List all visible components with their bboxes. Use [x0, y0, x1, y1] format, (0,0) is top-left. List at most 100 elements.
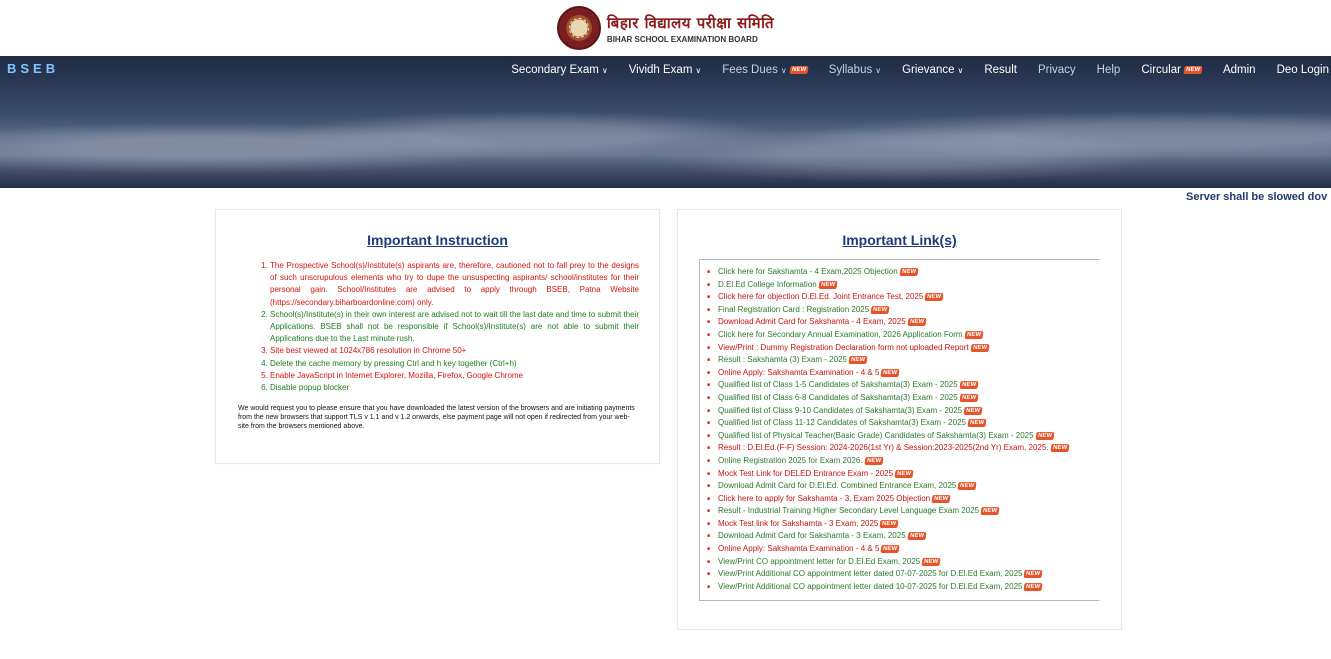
link-text[interactable]: Click here to apply for Sakshamta - 3, E…	[718, 494, 930, 503]
instructions-panel: Important Instruction The Prospective Sc…	[215, 209, 660, 464]
important-link-item[interactable]: Mock Test link for Sakshamta - 3 Exam, 2…	[707, 518, 1092, 531]
main-nav: Secondary Exam ∨ Vividh Exam ∨ Fees Dues ∨ NEW…	[501, 64, 1331, 76]
important-link-item[interactable]: Qualified list of Physical Teacher(Basic…	[707, 430, 1092, 443]
important-link-item[interactable]: Online Apply: Sakshamta Examination - 4 …	[707, 543, 1092, 556]
important-link-item[interactable]: Click here for Sakshamta - 4 Exam,2025 O…	[707, 266, 1092, 279]
nav-item-secondary-exam[interactable]: Secondary Exam ∨	[501, 64, 618, 76]
link-text[interactable]: Qualified list of Physical Teacher(Basic…	[718, 431, 1034, 440]
nav-item-privacy[interactable]: Privacy	[1027, 64, 1086, 76]
nav-item-help[interactable]: Help	[1086, 64, 1131, 76]
important-link-item[interactable]: Result : Sakshamta (3) Exam - 2025NEW	[707, 354, 1092, 367]
important-link-item[interactable]: Final Registration Card : Registration 2…	[707, 304, 1092, 317]
site-header: बिहार विद्यालय परीक्षा समिति BIHAR SCHOO…	[0, 0, 1331, 56]
nav-item-fees-dues[interactable]: Fees Dues ∨ NEW	[712, 64, 818, 76]
link-text[interactable]: Download Admit Card for D.El.Ed. Combine…	[718, 481, 956, 490]
nav-item-label: Syllabus	[828, 64, 873, 76]
new-badge: NEW	[921, 557, 941, 566]
new-badge: NEW	[959, 393, 979, 402]
new-badge: NEW	[980, 507, 1000, 516]
nav-item-deo-login[interactable]: Deo Login	[1266, 64, 1331, 76]
new-badge: NEW	[1023, 582, 1044, 591]
new-badge: NEW	[963, 406, 983, 415]
important-link-item[interactable]: Qualified list of Class 11-12 Candidates…	[707, 417, 1092, 430]
links-scrollbox[interactable]: Click here for Sakshamta - 4 Exam,2025 O…	[699, 259, 1101, 601]
important-link-item[interactable]: Qualified list of Class 9-10 Candidates …	[707, 405, 1092, 418]
new-badge: NEW	[964, 330, 984, 339]
brand-text[interactable]: BSEB	[7, 61, 59, 76]
nav-item-vividh-exam[interactable]: Vividh Exam ∨	[618, 64, 712, 76]
instruction-item: Enable JavaScript in Internet Explorer, …	[270, 370, 639, 382]
instruction-item: Delete the cache memory by pressing Ctrl…	[270, 358, 639, 370]
new-badge: NEW	[931, 494, 951, 503]
important-link-item[interactable]: Online Registration 2025 for Exam 2026.N…	[707, 455, 1092, 468]
link-text[interactable]: Download Admit Card for Sakshamta - 4 Ex…	[718, 317, 906, 326]
link-text[interactable]: Download Admit Card for Sakshamta - 3 Ex…	[718, 531, 906, 540]
link-text[interactable]: Click here for objection D.El.Ed. Joint …	[718, 292, 923, 301]
important-link-item[interactable]: Qualified list of Class 1-5 Candidates o…	[707, 379, 1092, 392]
new-badge: NEW	[957, 482, 977, 491]
important-link-item[interactable]: Result - Industrial Training Higher Seco…	[707, 505, 1092, 518]
instructions-title: Important Instruction	[367, 232, 508, 248]
important-link-item[interactable]: Click here for Secondary Annual Examinat…	[707, 329, 1092, 342]
nav-item-label: Admin	[1222, 64, 1256, 76]
new-badge: NEW	[1035, 431, 1055, 440]
important-link-item[interactable]: Download Admit Card for Sakshamta - 3 Ex…	[707, 530, 1092, 543]
nav-item-result[interactable]: Result	[974, 64, 1028, 76]
links-title: Important Link(s)	[842, 232, 957, 248]
link-text[interactable]: Click here for Secondary Annual Examinat…	[718, 330, 963, 339]
important-link-item[interactable]: Download Admit Card for Sakshamta - 4 Ex…	[707, 316, 1092, 329]
important-link-item[interactable]: Click here for objection D.El.Ed. Joint …	[707, 291, 1092, 304]
new-badge: NEW	[1023, 570, 1044, 579]
browser-note: We would request you to please ensure th…	[238, 405, 635, 431]
link-text[interactable]: Result - Industrial Training Higher Seco…	[718, 506, 979, 515]
new-badge: NEW	[967, 419, 987, 428]
link-text[interactable]: View/Print Additional CO appointment let…	[718, 569, 1022, 578]
logo[interactable]: बिहार विद्यालय परीक्षा समिति BIHAR SCHOO…	[556, 6, 774, 50]
link-text[interactable]: Click here for Sakshamta - 4 Exam,2025 O…	[718, 267, 898, 276]
important-link-item[interactable]: Result : D.El.Ed.(F-F) Session: 2024-202…	[707, 442, 1092, 455]
important-link-item[interactable]: Qualified list of Class 6-8 Candidates o…	[707, 392, 1092, 405]
chevron-down-icon: ∨	[875, 65, 882, 75]
link-text[interactable]: View/Print CO appointment letter for D.E…	[718, 557, 920, 566]
link-text[interactable]: Qualified list of Class 6-8 Candidates o…	[718, 393, 958, 402]
link-text[interactable]: Mock Test link for Sakshamta - 3 Exam, 2…	[718, 519, 878, 528]
link-text[interactable]: Final Registration Card : Registration 2…	[718, 305, 869, 314]
important-link-item[interactable]: View/Print CO appointment letter for D.E…	[707, 556, 1092, 569]
important-link-item[interactable]: Online Apply: Sakshamta Examination - 4 …	[707, 367, 1092, 380]
important-link-item[interactable]: View/Print Additional CO appointment let…	[707, 568, 1092, 581]
link-text[interactable]: Result : Sakshamta (3) Exam - 2025	[718, 355, 847, 364]
important-link-item[interactable]: View/Print : Dummy Registration Declarat…	[707, 342, 1092, 355]
link-text[interactable]: Qualified list of Class 9-10 Candidates …	[718, 406, 962, 415]
new-badge: NEW	[880, 368, 900, 377]
link-text[interactable]: D.El.Ed College Information	[718, 280, 817, 289]
nav-item-label: Help	[1096, 64, 1121, 76]
important-link-item[interactable]: Click here to apply for Sakshamta - 3, E…	[707, 493, 1092, 506]
link-text[interactable]: Qualified list of Class 11-12 Candidates…	[718, 418, 966, 427]
important-link-item[interactable]: View/Print Additional CO appointment let…	[707, 581, 1092, 594]
nav-item-grievance[interactable]: Grievance ∨	[892, 64, 974, 76]
link-text[interactable]: Online Apply: Sakshamta Examination - 4 …	[718, 544, 879, 553]
link-text[interactable]: View/Print Additional CO appointment let…	[718, 582, 1022, 591]
new-badge: NEW	[970, 343, 990, 352]
new-badge: NEW	[907, 532, 927, 541]
link-text[interactable]: Result : D.El.Ed.(F-F) Session: 2024-202…	[718, 443, 1049, 452]
nav-item-admin[interactable]: Admin	[1212, 64, 1266, 76]
important-link-item[interactable]: Mock Test Link for DELED Entrance Exam -…	[707, 468, 1092, 481]
new-badge: NEW	[959, 381, 979, 390]
chevron-down-icon: ∨	[780, 65, 787, 75]
new-badge: NEW	[789, 66, 809, 74]
new-badge: NEW	[924, 293, 944, 302]
link-text[interactable]: Qualified list of Class 1-5 Candidates o…	[718, 380, 958, 389]
link-text[interactable]: Mock Test Link for DELED Entrance Exam -…	[718, 469, 893, 478]
bseb-seal-icon	[556, 6, 601, 50]
link-text[interactable]: Online Registration 2025 for Exam 2026.	[718, 456, 863, 465]
new-badge: NEW	[880, 545, 900, 554]
important-link-item[interactable]: Download Admit Card for D.El.Ed. Combine…	[707, 480, 1092, 493]
important-link-item[interactable]: D.El.Ed College InformationNEW	[707, 279, 1092, 292]
nav-item-circular[interactable]: Circular NEW	[1131, 64, 1213, 76]
link-text[interactable]: Online Apply: Sakshamta Examination - 4 …	[718, 368, 879, 377]
nav-item-syllabus[interactable]: Syllabus ∨	[818, 64, 891, 76]
new-badge: NEW	[1183, 66, 1203, 74]
link-text[interactable]: View/Print : Dummy Registration Declarat…	[718, 343, 969, 352]
nav-item-label: Fees Dues	[722, 64, 778, 76]
